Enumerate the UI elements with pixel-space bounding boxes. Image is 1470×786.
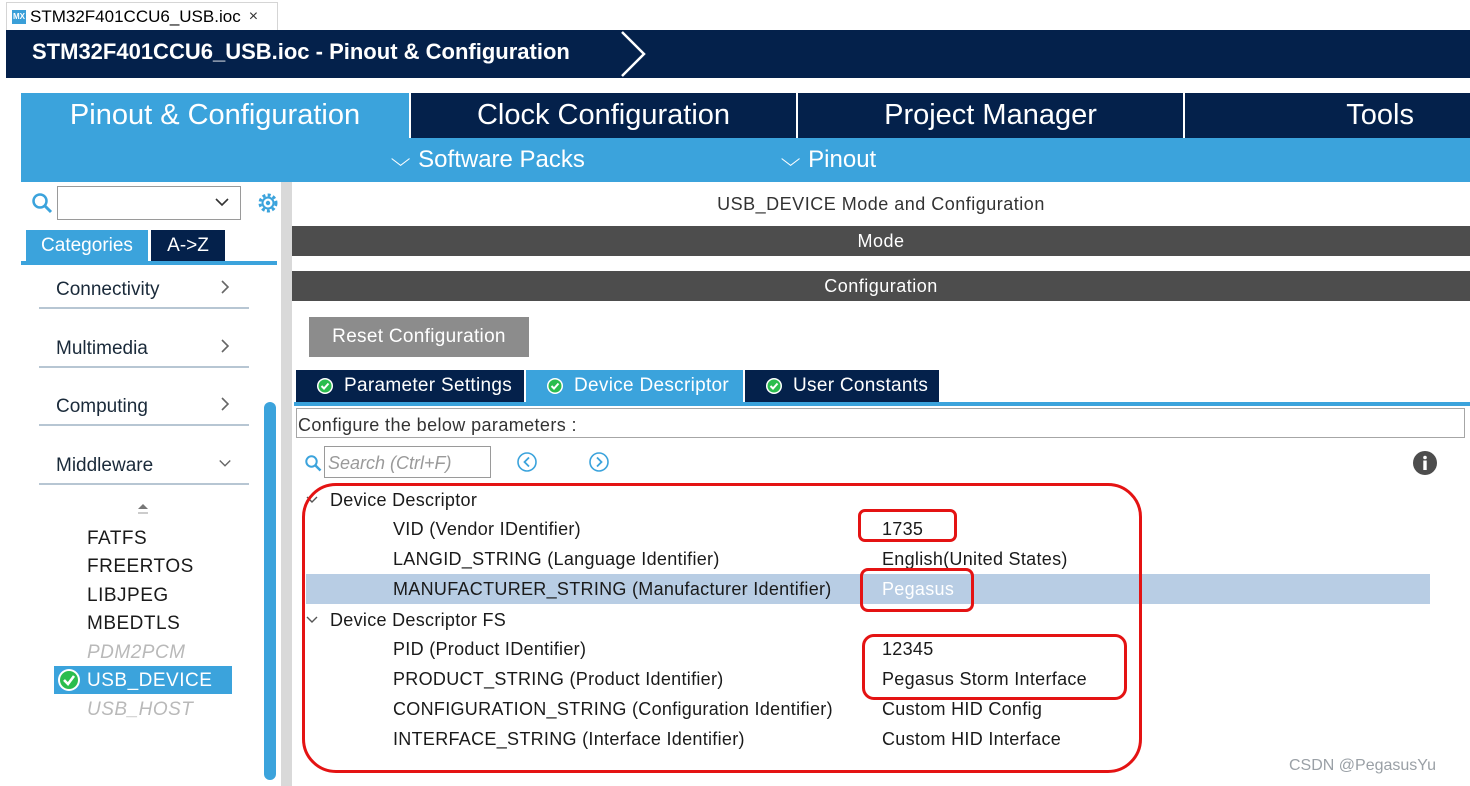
middleware-item-mbedtls[interactable]: MBEDTLS [87,613,180,635]
tab-user-constants[interactable]: User Constants [745,370,939,402]
tab-label: Device Descriptor [574,375,730,396]
info-icon[interactable] [1412,450,1438,476]
software-packs-menu[interactable]: ⌵ Software Packs [390,146,585,174]
annotation-highlight-vid [858,509,957,542]
search-icon[interactable] [31,192,53,214]
software-packs-label: Software Packs [418,146,585,173]
tab-parameter-settings[interactable]: Parameter Settings [296,370,524,402]
category-label: Middleware [56,455,154,476]
check-circle-icon [317,378,333,394]
check-circle-icon [58,669,80,691]
chevron-down-icon: ⌵ [780,148,801,171]
watermark: CSDN @PegasusYu [1289,757,1436,774]
annotation-outline-descriptors [302,483,1142,773]
tab-device-descriptor[interactable]: Device Descriptor [526,370,743,402]
configuration-section-header[interactable]: Configuration [292,271,1470,301]
panel-splitter[interactable] [281,182,292,786]
tab-label: User Constants [793,375,929,396]
previous-match-icon[interactable] [516,451,538,473]
category-label: Computing [56,396,148,417]
middleware-item-libjpeg[interactable]: LIBJPEG [87,585,169,607]
chevron-down-icon[interactable] [214,194,230,210]
category-label: Multimedia [56,338,148,359]
sub-menu-bar: ⌵ Software Packs ⌵ Pinout [21,138,1470,182]
mode-section-header[interactable]: Mode [292,226,1470,256]
category-connectivity[interactable]: Connectivity [39,265,249,309]
middleware-item-usb-device[interactable]: USB_DEVICE [87,670,212,692]
pinout-label: Pinout [808,146,877,173]
gear-icon[interactable] [256,190,280,216]
middleware-item-usb-host[interactable]: USB_HOST [87,699,193,721]
annotation-highlight-manufacturer [860,568,974,612]
breadcrumb-title[interactable]: STM32F401CCU6_USB.ioc - Pinout & Configu… [32,39,570,65]
file-tab-label: STM32F401CCU6_USB.ioc [30,6,241,26]
reset-configuration-button[interactable]: Reset Configuration [309,317,529,357]
check-circle-icon [547,378,563,394]
chevron-down-icon: ⌵ [390,148,411,171]
chevron-right-icon [221,397,230,411]
tab-label: Parameter Settings [344,375,513,396]
category-multimedia[interactable]: Multimedia [39,324,249,368]
stm32cubemx-window: MX STM32F401CCU6_USB.ioc × STM32F401CCU6… [0,0,1470,786]
configure-hint-text: Configure the below parameters : [298,415,577,435]
file-tab[interactable]: MX STM32F401CCU6_USB.ioc × [6,2,278,30]
category-scrollbar-thumb[interactable] [264,402,276,780]
tab-project-manager[interactable]: Project Manager [796,93,1183,138]
tab-pinout-configuration[interactable]: Pinout & Configuration [21,93,409,138]
breadcrumb-chevron-icon [621,31,646,77]
panel-title: USB_DEVICE Mode and Configuration [717,194,1045,214]
mx-app-icon: MX [12,9,26,24]
config-tab-underline [294,402,1470,406]
category-middleware[interactable]: Middleware [39,441,249,485]
chevron-right-icon [221,339,230,353]
tab-categories[interactable]: Categories [26,230,148,261]
next-match-icon[interactable] [588,451,610,473]
middleware-item-pdm2pcm[interactable]: PDM2PCM [87,642,186,664]
middleware-item-freertos[interactable]: FREERTOS [87,556,194,578]
parameter-search-placeholder: Search (Ctrl+F) [328,453,452,473]
tab-tools[interactable]: Tools [1183,93,1470,138]
main-tabs: Pinout & Configuration Clock Configurati… [21,93,1470,138]
chevron-down-icon [219,460,231,467]
scroll-up-icon[interactable] [137,503,149,517]
check-circle-icon [766,378,782,394]
breadcrumb: STM32F401CCU6_USB.ioc - Pinout & Configu… [6,30,1470,78]
tab-clock-configuration[interactable]: Clock Configuration [409,93,796,138]
category-computing[interactable]: Computing [39,382,249,426]
middleware-item-fatfs[interactable]: FATFS [87,528,147,550]
annotation-highlight-pid-product [862,634,1127,700]
search-icon[interactable] [304,454,322,472]
category-label: Connectivity [56,279,160,300]
close-tab-icon[interactable]: × [249,8,258,26]
tab-a-to-z[interactable]: A->Z [151,230,225,261]
chevron-right-icon [221,280,230,294]
pinout-menu[interactable]: ⌵ Pinout [780,146,877,174]
